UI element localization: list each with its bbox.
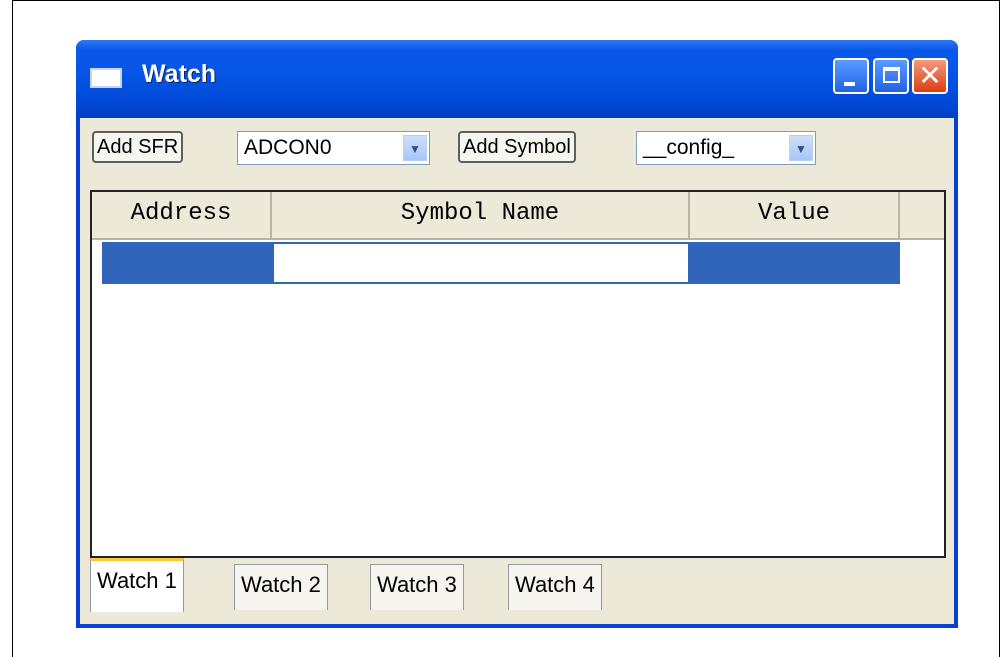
add-symbol-button[interactable]: Add Symbol	[458, 131, 576, 163]
symbol-select-value: __config_	[643, 136, 735, 159]
cell-address[interactable]	[102, 242, 272, 284]
watch-window: Watch ✕ Add SFR ADCON0 ▼ Add Symbol __co…	[76, 40, 958, 628]
maximize-icon	[875, 60, 907, 92]
window-icon	[90, 68, 122, 88]
minimize-icon	[835, 60, 867, 92]
watch-tabs: Watch 1 Watch 2 Watch 3 Watch 4	[90, 558, 946, 618]
column-header-address[interactable]: Address	[92, 192, 272, 240]
minimize-button[interactable]	[833, 58, 869, 94]
tab-watch-3[interactable]: Watch 3	[370, 564, 464, 610]
add-sfr-button[interactable]: Add SFR	[92, 131, 184, 163]
window-title: Watch	[142, 60, 217, 88]
close-icon: ✕	[918, 59, 942, 92]
watch-grid: Address Symbol Name Value	[90, 190, 946, 558]
column-header-symbol-name[interactable]: Symbol Name	[272, 192, 690, 240]
chevron-down-icon[interactable]: ▼	[403, 135, 427, 161]
tab-watch-4[interactable]: Watch 4	[508, 564, 602, 610]
close-button[interactable]: ✕	[912, 58, 948, 94]
symbol-select[interactable]: __config_ ▼	[636, 131, 816, 165]
tab-watch-2[interactable]: Watch 2	[234, 564, 328, 610]
column-header-spacer	[900, 192, 944, 240]
window-client: Add SFR ADCON0 ▼ Add Symbol __config_ ▼ …	[80, 118, 954, 624]
cell-value[interactable]	[690, 242, 900, 284]
sfr-select-value: ADCON0	[244, 136, 332, 159]
sfr-select[interactable]: ADCON0 ▼	[237, 131, 430, 165]
title-bar[interactable]: Watch ✕	[76, 40, 958, 118]
cell-symbol-name[interactable]	[272, 242, 690, 284]
maximize-button[interactable]	[873, 58, 909, 94]
chevron-down-icon[interactable]: ▼	[789, 135, 813, 161]
column-header-value[interactable]: Value	[690, 192, 900, 240]
tab-watch-1[interactable]: Watch 1	[90, 558, 184, 612]
